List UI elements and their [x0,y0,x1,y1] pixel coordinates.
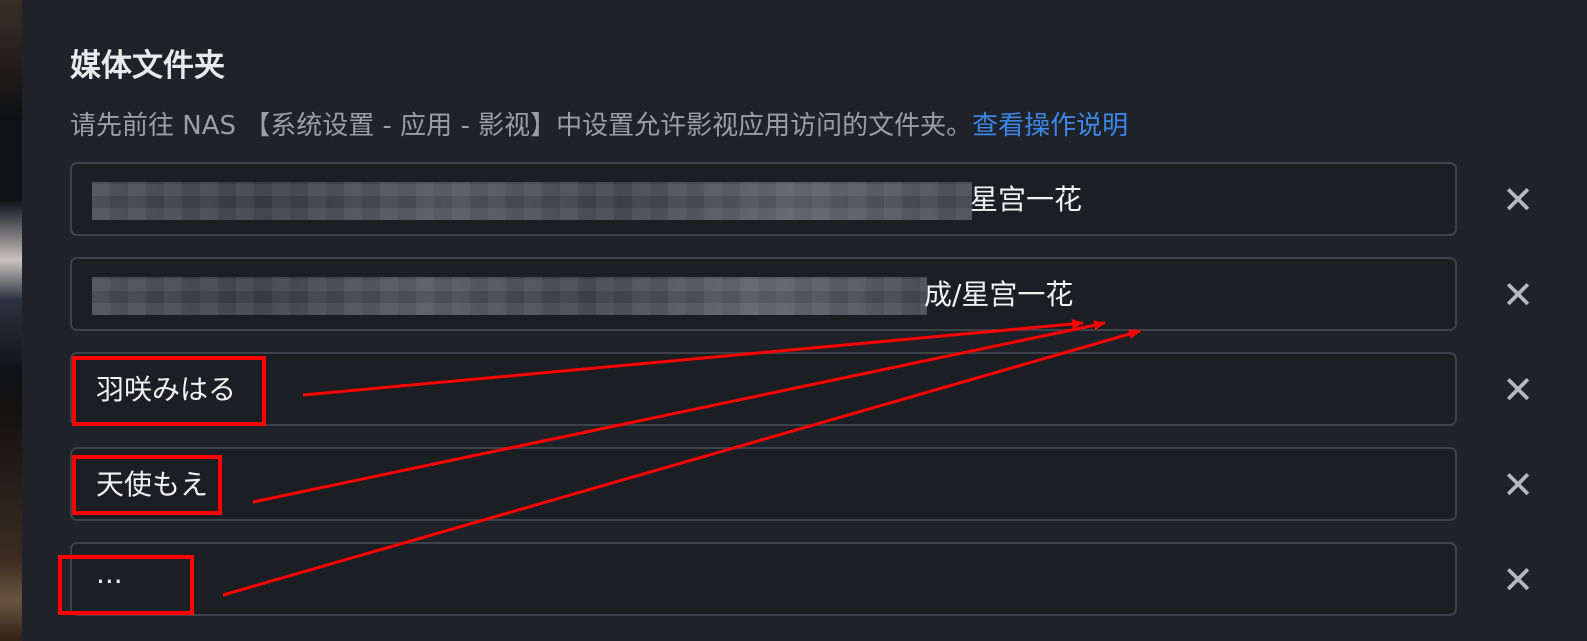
remove-folder-button[interactable]: ✕ [1498,560,1538,600]
folder-row: 羽咲みはる ✕ [70,352,1540,430]
folder-path-field[interactable]: 星宫一花 [70,162,1457,236]
folder-row: 成/星宫一花 ✕ [70,257,1540,335]
remove-folder-button[interactable]: ✕ [1498,180,1538,220]
folder-path-field[interactable]: 羽咲みはる [70,352,1457,426]
description-text: 请先前往 NAS 【系统设置 - 应用 - 影视】中设置允许影视应用访问的文件夹… [70,111,973,141]
close-icon: ✕ [1502,178,1534,222]
remove-folder-button[interactable]: ✕ [1498,370,1538,410]
annotation-box-haruka [72,356,266,426]
close-icon: ✕ [1502,368,1534,412]
close-icon: ✕ [1502,558,1534,602]
folder-path-field[interactable]: 成/星宫一花 [70,257,1457,331]
redacted-path [92,182,972,220]
help-link[interactable]: 查看操作说明 [972,111,1128,141]
redacted-path [92,277,927,315]
media-folders-panel: 媒体文件夹 请先前往 NAS 【系统设置 - 应用 - 影视】中设置允许影视应用… [22,0,1587,641]
folder-row: ... ✕ [70,542,1540,620]
section-description: 请先前往 NAS 【系统设置 - 应用 - 影视】中设置允许影视应用访问的文件夹… [70,106,1128,146]
folder-row: 天使もえ ✕ [70,447,1540,525]
folder-row: 星宫一花 ✕ [70,162,1540,240]
remove-folder-button[interactable]: ✕ [1498,465,1538,505]
background-thumbnail-strip [0,0,22,641]
close-icon: ✕ [1502,463,1534,507]
folder-path-field[interactable]: ... [70,542,1457,616]
annotation-box-ellipsis [58,555,194,615]
folder-path-text: 成/星宫一花 [924,278,1074,311]
close-icon: ✕ [1502,273,1534,317]
section-title: 媒体文件夹 [70,48,225,84]
remove-folder-button[interactable]: ✕ [1498,275,1538,315]
folder-path-text: 星宫一花 [970,183,1083,216]
folder-path-field[interactable]: 天使もえ [70,447,1457,521]
annotation-box-moe [72,455,222,515]
